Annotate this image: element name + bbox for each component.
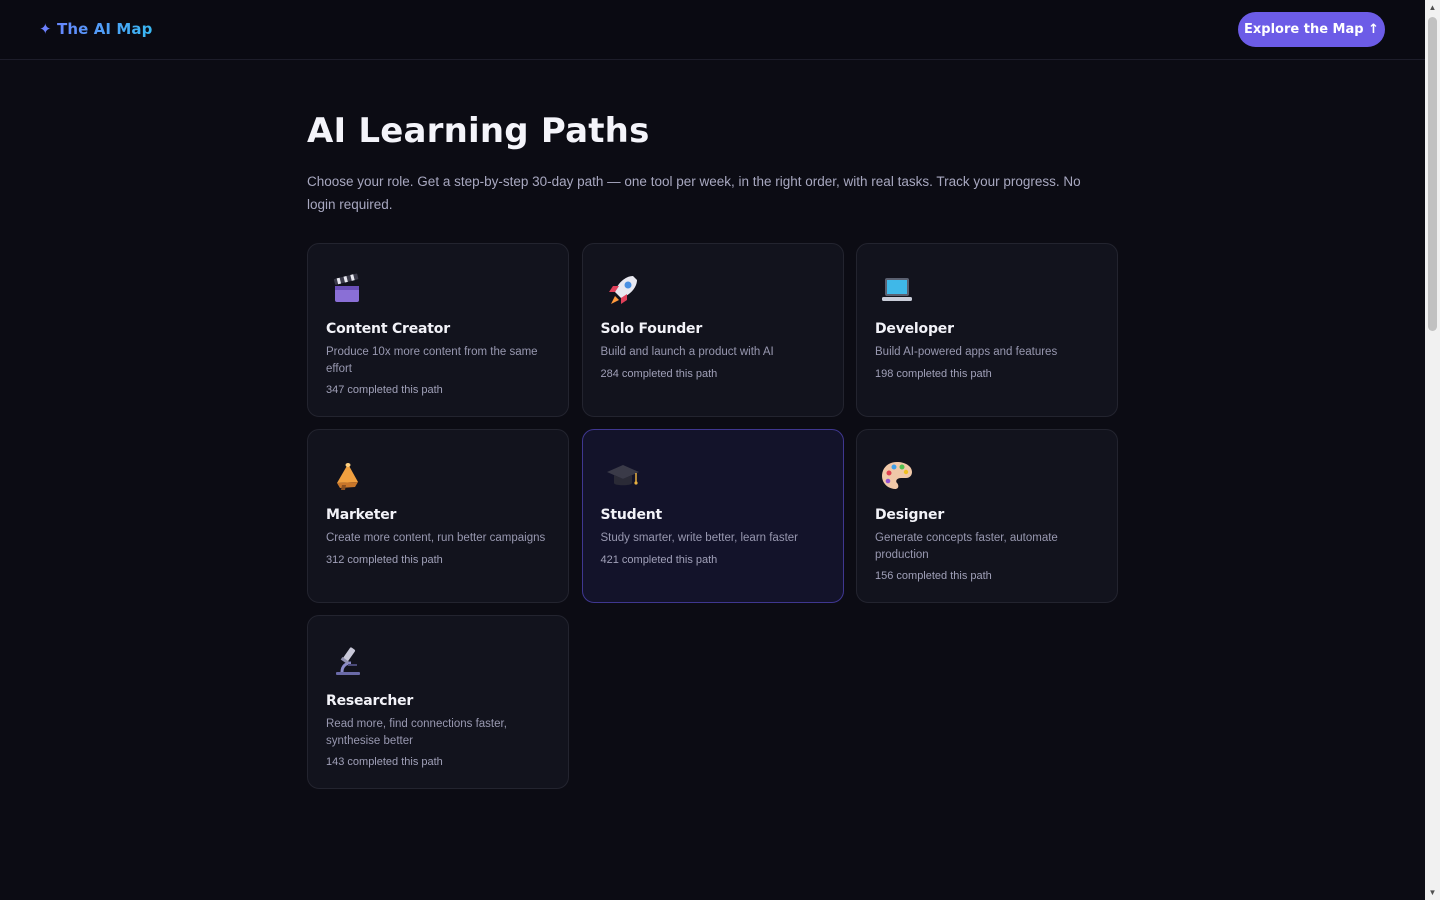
path-name: Developer [875, 321, 954, 337]
path-name: Solo Founder [600, 321, 703, 337]
path-card-content-creator[interactable]: Content Creator Produce 10x more content… [307, 243, 569, 417]
path-name: Content Creator [326, 321, 450, 337]
graduation-cap-icon [606, 465, 639, 486]
clapperboard-icon [334, 273, 359, 302]
path-description: Generate concepts faster, automate produ… [875, 532, 1058, 561]
path-description: Build AI-powered apps and features [875, 346, 1058, 358]
scrollbar-thumb[interactable] [1428, 17, 1437, 331]
path-completed-count: 156 completed this path [875, 570, 992, 582]
page-subtitle: Choose your role. Get a step-by-step 30-… [307, 174, 1081, 212]
path-name: Marketer [326, 507, 397, 523]
path-completed-count: 284 completed this path [600, 367, 718, 380]
path-name: Researcher [326, 693, 414, 709]
path-description: Build and launch a product with AI [600, 346, 774, 358]
microscope-icon [336, 647, 360, 675]
path-name: Designer [875, 507, 945, 523]
page: ✦ The AI Map Explore the Map ↑ AI Learni… [0, 0, 1440, 900]
top-bar: ✦ The AI Map Explore the Map ↑ [0, 0, 1425, 60]
scroll-up-arrow-icon[interactable]: ▲ [1425, 0, 1440, 15]
scroll-down-arrow-icon[interactable]: ▼ [1425, 885, 1440, 900]
palette-icon [882, 462, 912, 489]
path-completed-count: 421 completed this path [600, 553, 718, 566]
vertical-scrollbar[interactable]: ▲ ▼ [1425, 0, 1440, 900]
path-description: Create more content, run better campaign… [326, 532, 546, 544]
path-completed-count: 312 completed this path [326, 553, 443, 566]
page-title: AI Learning Paths [307, 111, 650, 151]
path-completed-count: 347 completed this path [326, 384, 443, 396]
path-completed-count: 198 completed this path [875, 367, 992, 380]
path-card-student[interactable]: Student Study smarter, write better, lea… [581, 429, 844, 603]
path-card-designer[interactable]: Designer Generate concepts faster, autom… [856, 429, 1118, 603]
path-card-solo-founder[interactable]: Solo Founder Build and launch a product … [581, 243, 844, 417]
path-description: Read more, find connections faster, synt… [326, 718, 507, 747]
paths-grid: Content Creator Produce 10x more content… [307, 243, 1118, 789]
path-name: Student [600, 507, 663, 523]
site-logo[interactable]: ✦ The AI Map [39, 20, 153, 38]
path-description: Study smarter, write better, learn faste… [600, 532, 799, 544]
hero-section: AI Learning Paths Choose your role. Get … [307, 100, 1119, 216]
megaphone-icon [337, 463, 358, 490]
path-card-marketer[interactable]: Marketer Create more content, run better… [307, 429, 569, 603]
path-card-developer[interactable]: Developer Build AI-powered apps and feat… [856, 243, 1118, 417]
path-card-researcher[interactable]: Researcher Read more, find connections f… [307, 615, 569, 789]
laptop-icon [882, 278, 912, 301]
path-completed-count: 143 completed this path [326, 756, 443, 768]
explore-map-button[interactable]: Explore the Map ↑ [1238, 12, 1385, 47]
rocket-icon [608, 276, 637, 304]
path-description: Produce 10x more content from the same e… [326, 346, 538, 375]
